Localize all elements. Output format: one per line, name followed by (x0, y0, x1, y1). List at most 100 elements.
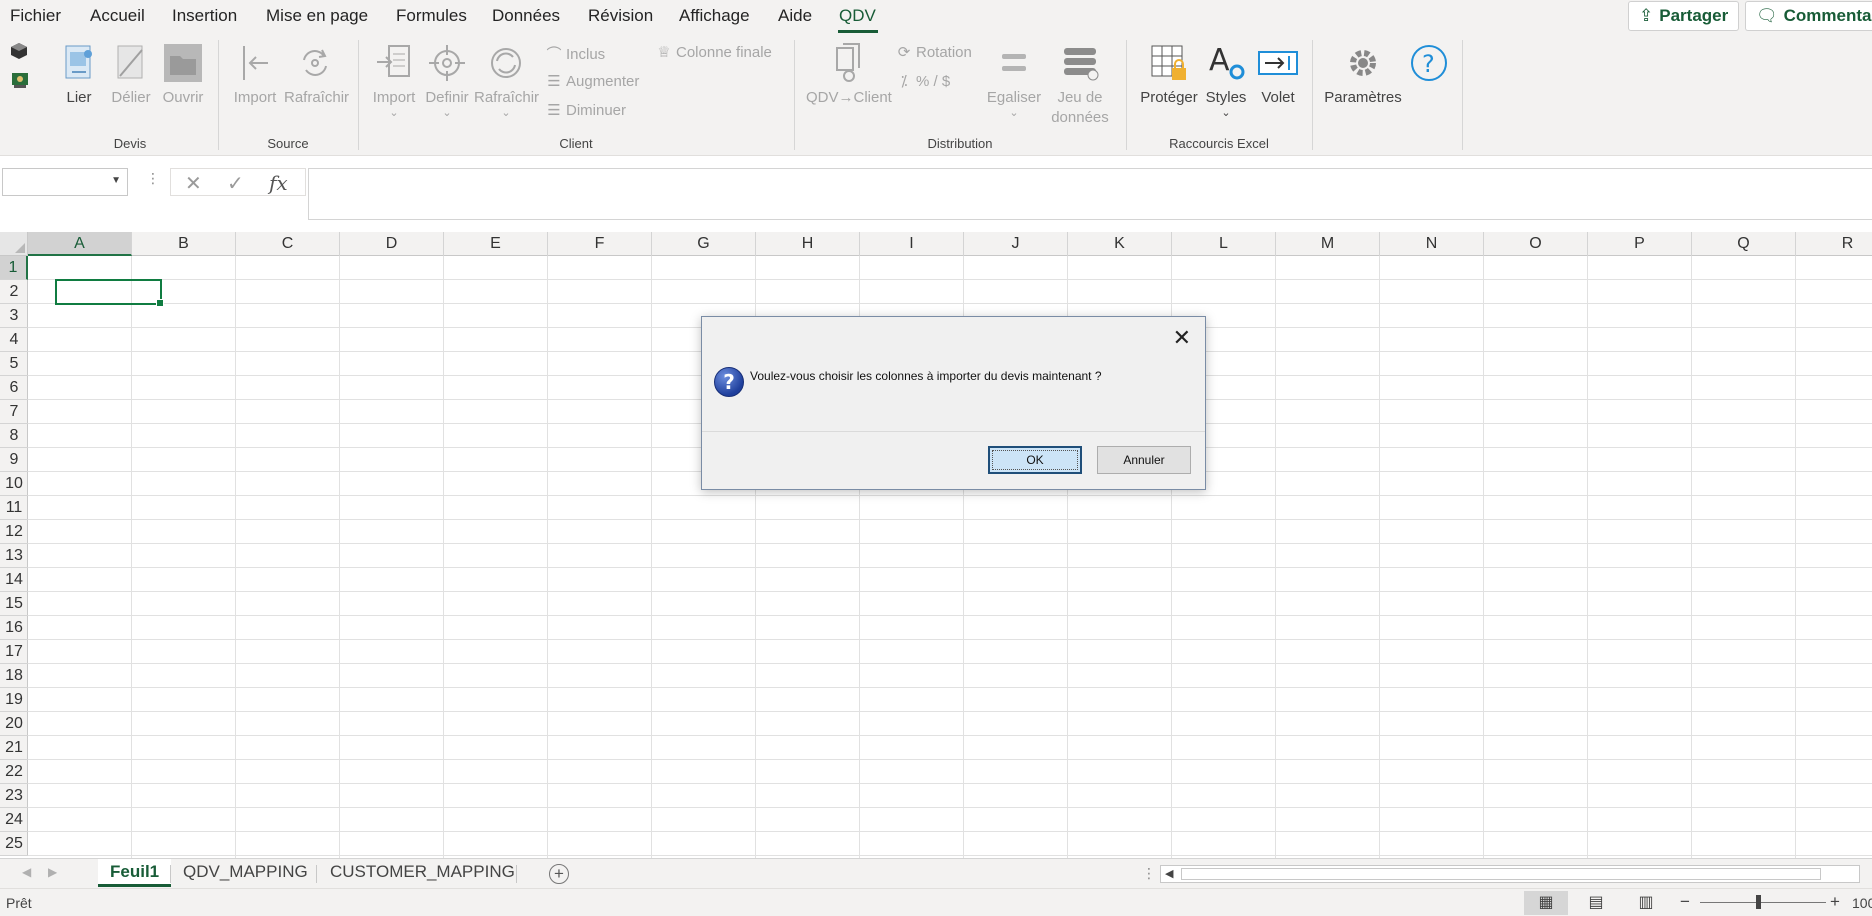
column-header-p[interactable]: P (1588, 232, 1692, 256)
client-colonne-finale-button[interactable]: ♕ Colonne finale (656, 43, 772, 61)
client-augmenter-button[interactable]: ☰ Augmenter (546, 72, 639, 90)
menu-fichier[interactable]: Fichier (10, 6, 61, 26)
menu-revision[interactable]: Révision (588, 6, 653, 26)
row-header-12[interactable]: 12 (0, 520, 28, 544)
jeu-de-donnees-button[interactable]: Jeu de données (1040, 42, 1120, 128)
source-import-button[interactable]: Import (232, 42, 278, 108)
formula-input[interactable] (308, 168, 1872, 220)
menu-mise-en-page[interactable]: Mise en page (266, 6, 368, 26)
row-header-19[interactable]: 19 (0, 688, 28, 712)
row-header-25[interactable]: 25 (0, 832, 28, 856)
column-header-a[interactable]: A (28, 232, 132, 256)
help-button[interactable]: ? (1408, 42, 1450, 88)
egaliser-button[interactable]: Egaliser ⌄ (984, 42, 1044, 119)
row-header-6[interactable]: 6 (0, 376, 28, 400)
row-header-21[interactable]: 21 (0, 736, 28, 760)
page-break-view-icon[interactable]: ▥ (1624, 891, 1668, 915)
addin-icon[interactable] (10, 70, 30, 90)
sheet-tab-feuil1[interactable]: Feuil1 (98, 859, 172, 887)
percent-dollar-button[interactable]: ⁒ % / $ (896, 72, 951, 90)
comments-button[interactable]: 🗨 Commentaires (1745, 1, 1872, 31)
menu-accueil[interactable]: Accueil (90, 6, 145, 26)
select-all-corner[interactable] (0, 232, 28, 256)
scroll-left-icon[interactable]: ◀ (1165, 867, 1173, 880)
sheet-tab-qdv-mapping[interactable]: QDV_MAPPING (171, 859, 320, 887)
row-header-14[interactable]: 14 (0, 568, 28, 592)
menu-aide[interactable]: Aide (778, 6, 812, 26)
row-header-13[interactable]: 13 (0, 544, 28, 568)
parametres-button[interactable]: Paramètres (1324, 42, 1402, 108)
tab-scroll-left-icon[interactable]: ◀ (22, 865, 31, 879)
row-header-3[interactable]: 3 (0, 304, 28, 328)
zoom-slider-track[interactable] (1700, 902, 1826, 903)
column-header-e[interactable]: E (444, 232, 548, 256)
column-header-q[interactable]: Q (1692, 232, 1796, 256)
active-cell-a1[interactable] (55, 279, 164, 307)
row-header-18[interactable]: 18 (0, 664, 28, 688)
menu-qdv[interactable]: QDV (839, 6, 876, 26)
column-header-c[interactable]: C (236, 232, 340, 256)
row-header-22[interactable]: 22 (0, 760, 28, 784)
row-header-9[interactable]: 9 (0, 448, 28, 472)
dropdown-arrow-icon[interactable]: ▼ (111, 175, 121, 186)
menu-insertion[interactable]: Insertion (172, 6, 237, 26)
vertical-dots-icon[interactable]: ⋮ (146, 170, 160, 187)
menu-donnees[interactable]: Données (492, 6, 560, 26)
row-header-1[interactable]: 1 (0, 256, 28, 280)
row-header-17[interactable]: 17 (0, 640, 28, 664)
column-header-j[interactable]: J (964, 232, 1068, 256)
close-icon[interactable]: ✕ (1173, 325, 1191, 351)
horizontal-scrollbar[interactable]: ◀ (1160, 865, 1860, 883)
row-header-16[interactable]: 16 (0, 616, 28, 640)
column-header-d[interactable]: D (340, 232, 444, 256)
column-header-o[interactable]: O (1484, 232, 1588, 256)
client-inclus-button[interactable]: ⌒ Inclus (546, 43, 605, 64)
share-button[interactable]: ⇪ Partager (1628, 1, 1740, 31)
row-header-2[interactable]: 2 (0, 280, 28, 304)
enter-icon[interactable]: ✓ (227, 171, 244, 196)
row-header-4[interactable]: 4 (0, 328, 28, 352)
column-header-n[interactable]: N (1380, 232, 1484, 256)
proteger-button[interactable]: Protéger (1138, 42, 1200, 108)
column-header-b[interactable]: B (132, 232, 236, 256)
column-header-r[interactable]: R (1796, 232, 1872, 256)
qdv-client-button[interactable]: QDV→Client (806, 42, 892, 108)
menu-formules[interactable]: Formules (396, 6, 467, 26)
client-definir-button[interactable]: Definir ⌄ (424, 42, 470, 119)
row-header-15[interactable]: 15 (0, 592, 28, 616)
vertical-dots-icon[interactable]: ⋮ (1142, 865, 1156, 882)
row-header-23[interactable]: 23 (0, 784, 28, 808)
menu-affichage[interactable]: Affichage (679, 6, 750, 26)
column-header-h[interactable]: H (756, 232, 860, 256)
volet-button[interactable]: Volet (1256, 42, 1300, 108)
row-header-7[interactable]: 7 (0, 400, 28, 424)
zoom-percentage[interactable]: 100 % (1852, 895, 1872, 911)
insert-function-icon[interactable]: fx (269, 171, 288, 195)
column-header-i[interactable]: I (860, 232, 964, 256)
column-header-m[interactable]: M (1276, 232, 1380, 256)
column-header-k[interactable]: K (1068, 232, 1172, 256)
column-header-l[interactable]: L (1172, 232, 1276, 256)
row-header-11[interactable]: 11 (0, 496, 28, 520)
tab-scroll-right-icon[interactable]: ▶ (48, 865, 57, 879)
column-header-g[interactable]: G (652, 232, 756, 256)
source-rafraichir-button[interactable]: Rafraîchir (284, 42, 349, 108)
zoom-in-icon[interactable]: + (1830, 892, 1840, 912)
zoom-out-icon[interactable]: − (1680, 892, 1690, 912)
lier-button[interactable]: Lier (58, 42, 100, 108)
ok-button[interactable]: OK (988, 446, 1082, 474)
client-import-button[interactable]: Import ⌄ (370, 42, 418, 119)
normal-view-icon[interactable]: ▦ (1524, 891, 1568, 915)
rotation-button[interactable]: ⟳ Rotation (896, 43, 972, 61)
zoom-slider-thumb[interactable] (1756, 895, 1761, 909)
row-header-24[interactable]: 24 (0, 808, 28, 832)
scrollbar-thumb[interactable] (1181, 868, 1821, 880)
annuler-button[interactable]: Annuler (1097, 446, 1191, 474)
cancel-icon[interactable]: ✕ (185, 171, 202, 196)
client-diminuer-button[interactable]: ☰ Diminuer (546, 101, 626, 119)
row-header-10[interactable]: 10 (0, 472, 28, 496)
row-header-8[interactable]: 8 (0, 424, 28, 448)
ouvrir-button[interactable]: Ouvrir (162, 42, 204, 108)
page-layout-view-icon[interactable]: ▤ (1574, 891, 1618, 915)
add-sheet-icon[interactable]: + (549, 864, 569, 884)
